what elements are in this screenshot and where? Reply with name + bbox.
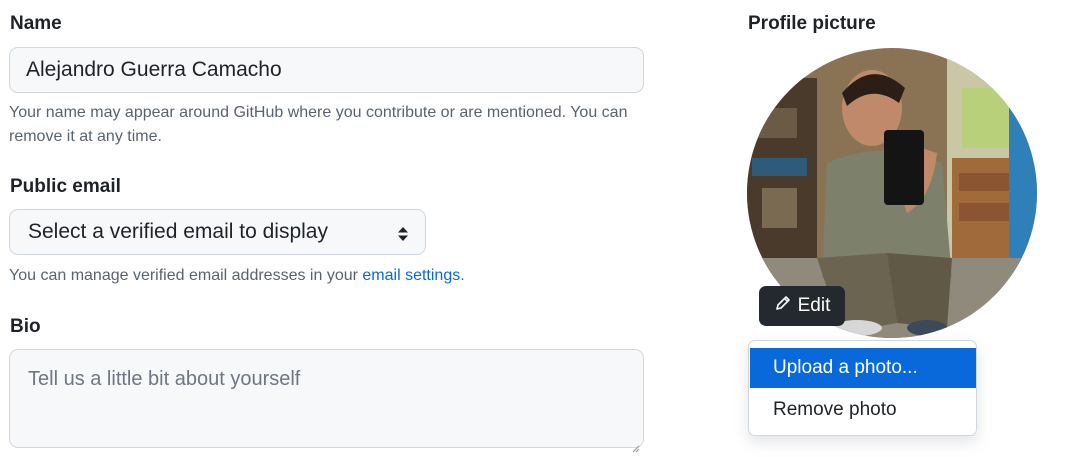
chevron-up-down-icon — [397, 224, 409, 241]
email-settings-link[interactable]: email settings — [362, 267, 460, 284]
name-help-line-2: remove it at any time. — [9, 128, 162, 145]
profile-picture-label: Profile picture — [748, 13, 876, 34]
public-email-label: Public email — [10, 176, 121, 197]
public-email-select[interactable]: Select a verified email to display — [9, 209, 426, 255]
name-input[interactable]: Alejandro Guerra Camacho — [9, 47, 644, 93]
resize-grip-icon[interactable] — [632, 436, 640, 453]
email-help-text: You can manage verified email addresses … — [9, 264, 465, 288]
upload-photo-menu-item[interactable]: Upload a photo... — [750, 348, 976, 388]
avatar-menu: Upload a photo... Remove photo — [748, 340, 977, 436]
remove-photo-menu-item[interactable]: Remove photo — [750, 390, 976, 430]
bio-textarea[interactable]: Tell us a little bit about yourself — [9, 349, 644, 453]
profile-settings-page: Name Alejandro Guerra Camacho Your name … — [0, 0, 1080, 457]
public-email-selected-value: Select a verified email to display — [28, 220, 328, 243]
bio-placeholder: Tell us a little bit about yourself — [28, 368, 301, 390]
bio-label: Bio — [10, 316, 41, 337]
name-help-line-1: Your name may appear around GitHub where… — [9, 104, 628, 121]
email-help-prefix: You can manage verified email addresses … — [9, 267, 363, 284]
name-help-text: Your name may appear around GitHub where… — [9, 101, 627, 149]
edit-button-label: Edit — [797, 295, 831, 316]
pencil-icon — [774, 294, 792, 318]
edit-avatar-button[interactable]: Edit — [759, 286, 845, 326]
email-help-suffix: . — [460, 267, 465, 284]
name-label: Name — [10, 13, 62, 34]
